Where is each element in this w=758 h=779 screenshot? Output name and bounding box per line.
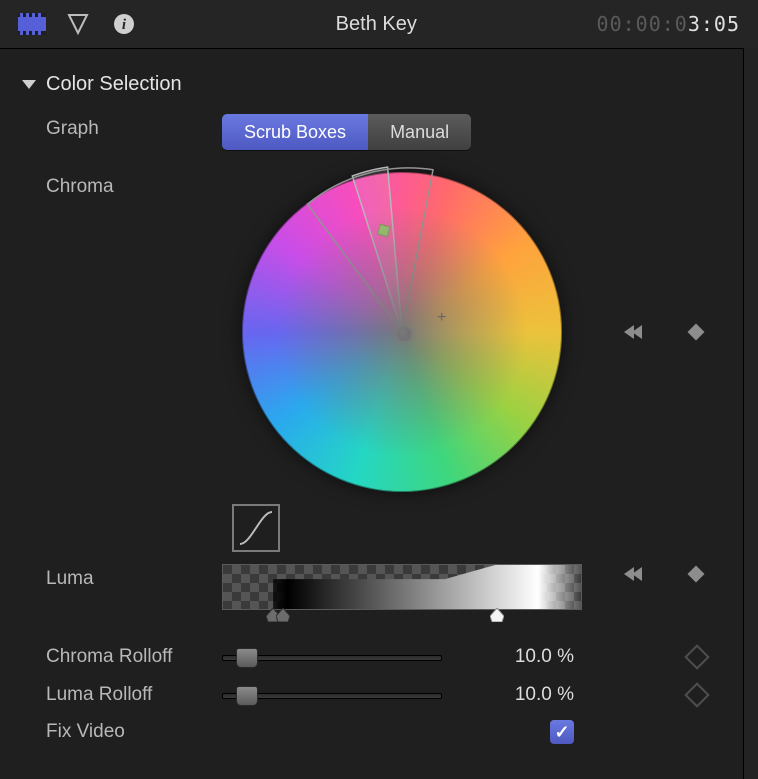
label-luma-rolloff: Luma Rolloff	[22, 684, 222, 706]
playhead-icon[interactable]	[64, 13, 92, 35]
disclosure-triangle-icon[interactable]	[22, 80, 36, 89]
luma-handle-high[interactable]	[490, 608, 504, 622]
timecode: 00:00:03:05	[597, 12, 740, 36]
label-graph: Graph	[22, 114, 222, 140]
checkbox-fix-video[interactable]: ✓	[550, 720, 574, 744]
timecode-active: 3:05	[688, 12, 740, 36]
section-header-color-selection[interactable]: Color Selection	[22, 73, 736, 96]
chroma-curve-button[interactable]	[232, 504, 280, 552]
chroma-keyframe-icon[interactable]	[686, 322, 706, 342]
luma-reset-icon[interactable]	[620, 564, 646, 584]
luma-rolloff-keyframe-icon[interactable]	[684, 682, 709, 707]
timecode-dim: 00:00:0	[597, 12, 688, 36]
slider-luma-rolloff[interactable]	[222, 682, 442, 708]
label-chroma: Chroma	[22, 172, 222, 198]
row-luma-rolloff: Luma Rolloff 10.0 %	[22, 682, 736, 708]
inspector-body: Color Selection Graph Scrub Boxes Manual…	[0, 49, 758, 744]
segment-scrub-boxes[interactable]: Scrub Boxes	[222, 114, 368, 150]
slider-chroma-rolloff[interactable]	[222, 644, 442, 670]
value-luma-rolloff[interactable]: 10.0 %	[442, 684, 582, 706]
label-chroma-rolloff: Chroma Rolloff	[22, 646, 222, 668]
chroma-center-icon[interactable]	[395, 325, 413, 343]
chroma-reset-icon[interactable]	[620, 322, 646, 342]
clip-title: Beth Key	[156, 13, 597, 36]
slider-luma-rolloff-knob[interactable]	[236, 686, 258, 706]
filmstrip-icon[interactable]	[18, 13, 46, 35]
slider-chroma-rolloff-knob[interactable]	[236, 648, 258, 668]
inspector-header: i Beth Key 00:00:03:05	[0, 0, 758, 49]
row-fix-video: Fix Video ✓	[22, 720, 736, 744]
luma-range-bar[interactable]	[222, 564, 582, 610]
row-luma: Luma	[22, 564, 736, 610]
scrollbar[interactable]	[743, 48, 758, 779]
luma-handle-low-inner[interactable]	[276, 608, 290, 622]
value-chroma-rolloff[interactable]: 10.0 %	[442, 646, 582, 668]
section-title: Color Selection	[46, 73, 182, 96]
row-chroma: Chroma +	[22, 172, 736, 552]
chroma-wheel[interactable]: +	[242, 172, 562, 492]
label-luma: Luma	[22, 564, 222, 590]
info-icon[interactable]: i	[110, 13, 138, 35]
label-fix-video: Fix Video	[22, 721, 222, 743]
chroma-sample-cross-icon[interactable]: +	[437, 309, 446, 327]
row-chroma-rolloff: Chroma Rolloff 10.0 %	[22, 644, 736, 670]
row-graph: Graph Scrub Boxes Manual	[22, 114, 736, 150]
luma-keyframe-icon[interactable]	[686, 564, 706, 584]
chroma-rolloff-keyframe-icon[interactable]	[684, 644, 709, 669]
